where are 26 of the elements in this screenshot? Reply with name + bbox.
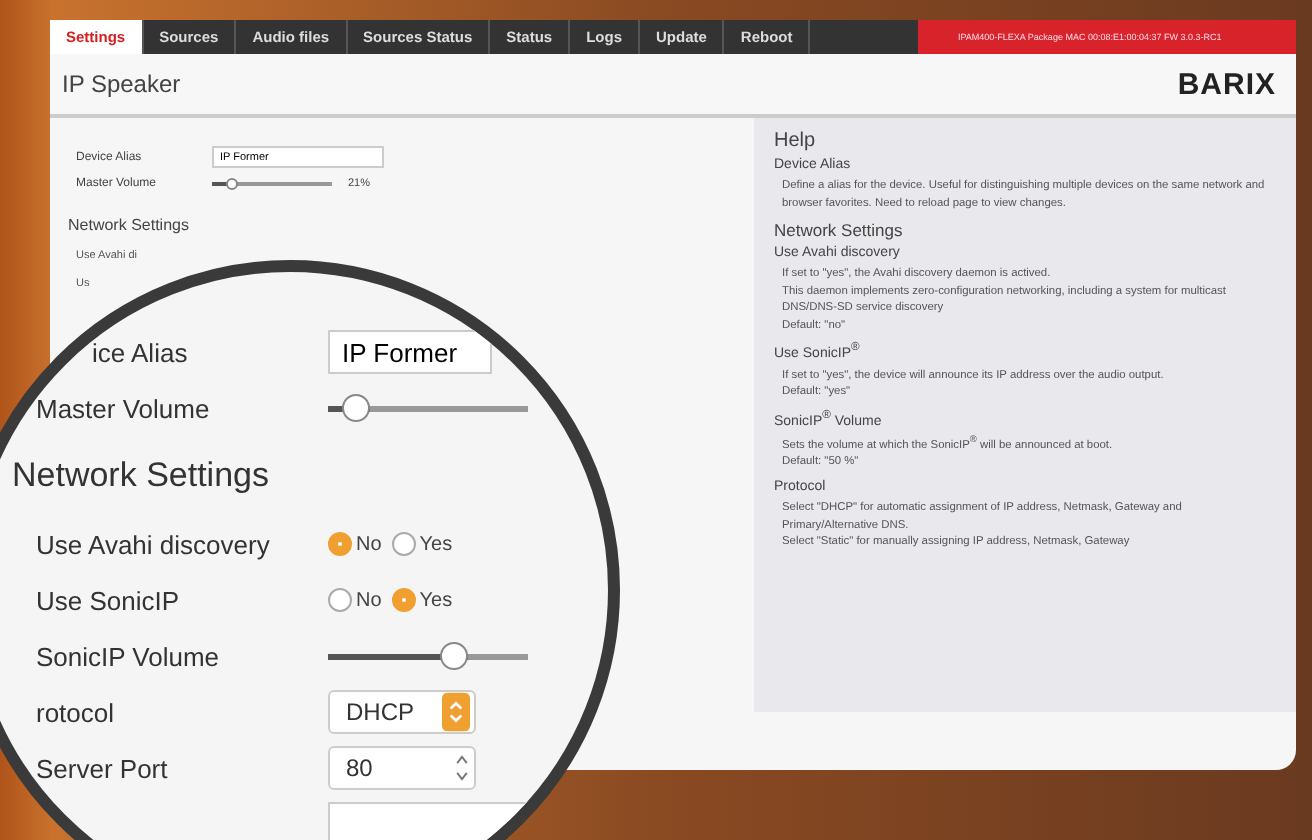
- help-title: Help: [774, 130, 818, 152]
- section-heading: Network Settings: [12, 454, 271, 498]
- field-label: rotocol: [36, 697, 115, 727]
- field-label: Use SonicIP: [36, 585, 180, 615]
- page-title: IP Speaker: [62, 70, 181, 98]
- field-label: Master Volume: [36, 393, 210, 423]
- dropdown-arrows-icon: [442, 692, 470, 732]
- section-heading: Network Settings: [68, 216, 191, 234]
- radio-label: Yes: [419, 533, 453, 555]
- radio-label: No: [356, 533, 382, 555]
- radio-button[interactable]: [328, 588, 352, 612]
- radio-button[interactable]: [391, 588, 416, 612]
- field-label: Use Avahi discovery: [36, 529, 270, 559]
- spinner-icon: [454, 750, 470, 786]
- radio-button[interactable]: [328, 532, 352, 556]
- radio-label: Yes: [419, 589, 453, 611]
- help-heading: Network Settings: [774, 220, 905, 241]
- port-field[interactable]: 80: [328, 746, 476, 790]
- alias-field[interactable]: IP Former: [328, 330, 492, 374]
- protocol-dropdown[interactable]: DHCP: [328, 690, 476, 734]
- field-label: SonicIP Volume: [36, 641, 220, 671]
- field-label: ice Alias: [92, 337, 188, 367]
- radio-label: No: [356, 589, 382, 611]
- field-label: Server Port: [36, 753, 168, 783]
- radio-button[interactable]: [391, 532, 416, 556]
- logo: BARIX: [1177, 67, 1276, 101]
